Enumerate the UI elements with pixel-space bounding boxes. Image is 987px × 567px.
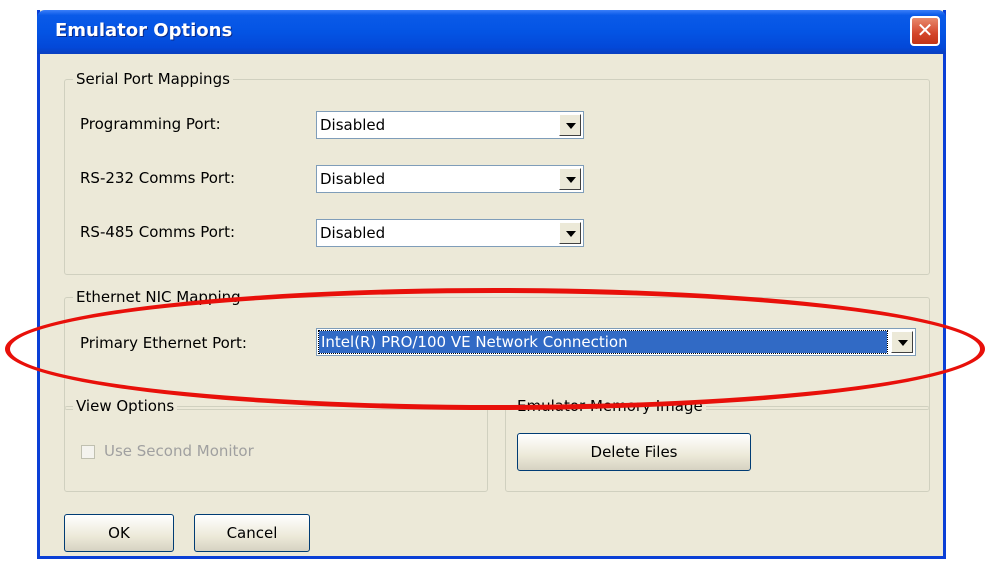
chevron-down-icon[interactable] xyxy=(559,222,581,244)
ok-button[interactable]: OK xyxy=(64,514,174,552)
programming-port-label: Programming Port: xyxy=(80,115,221,133)
title-bar[interactable]: Emulator Options ✕ xyxy=(37,10,946,54)
close-button[interactable]: ✕ xyxy=(910,16,940,46)
chevron-down-icon[interactable] xyxy=(559,168,581,190)
second-monitor-label: Use Second Monitor xyxy=(104,442,254,460)
serial-port-legend: Serial Port Mappings xyxy=(73,70,233,88)
primary-ethernet-value: Intel(R) PRO/100 VE Network Connection xyxy=(318,330,888,354)
rs232-port-value: Disabled xyxy=(320,170,386,188)
second-monitor-checkbox[interactable] xyxy=(81,445,95,459)
programming-port-value: Disabled xyxy=(320,116,386,134)
memory-image-legend: Emulator Memory Image xyxy=(514,397,706,415)
ethernet-legend: Ethernet NIC Mapping xyxy=(73,288,244,306)
rs485-port-label: RS-485 Comms Port: xyxy=(80,223,236,241)
dialog-title: Emulator Options xyxy=(55,20,233,41)
programming-port-select[interactable]: Disabled xyxy=(316,111,584,139)
chevron-down-icon[interactable] xyxy=(559,114,581,136)
rs232-port-select[interactable]: Disabled xyxy=(316,165,584,193)
primary-ethernet-label: Primary Ethernet Port: xyxy=(80,334,247,352)
delete-files-button[interactable]: Delete Files xyxy=(517,433,751,471)
rs485-port-value: Disabled xyxy=(320,224,386,242)
close-icon: ✕ xyxy=(916,18,934,42)
primary-ethernet-select[interactable]: Intel(R) PRO/100 VE Network Connection xyxy=(316,328,916,356)
view-options-legend: View Options xyxy=(73,397,178,415)
rs232-port-label: RS-232 Comms Port: xyxy=(80,169,236,187)
cancel-button[interactable]: Cancel xyxy=(194,514,310,552)
chevron-down-icon[interactable] xyxy=(891,331,913,353)
rs485-port-select[interactable]: Disabled xyxy=(316,219,584,247)
